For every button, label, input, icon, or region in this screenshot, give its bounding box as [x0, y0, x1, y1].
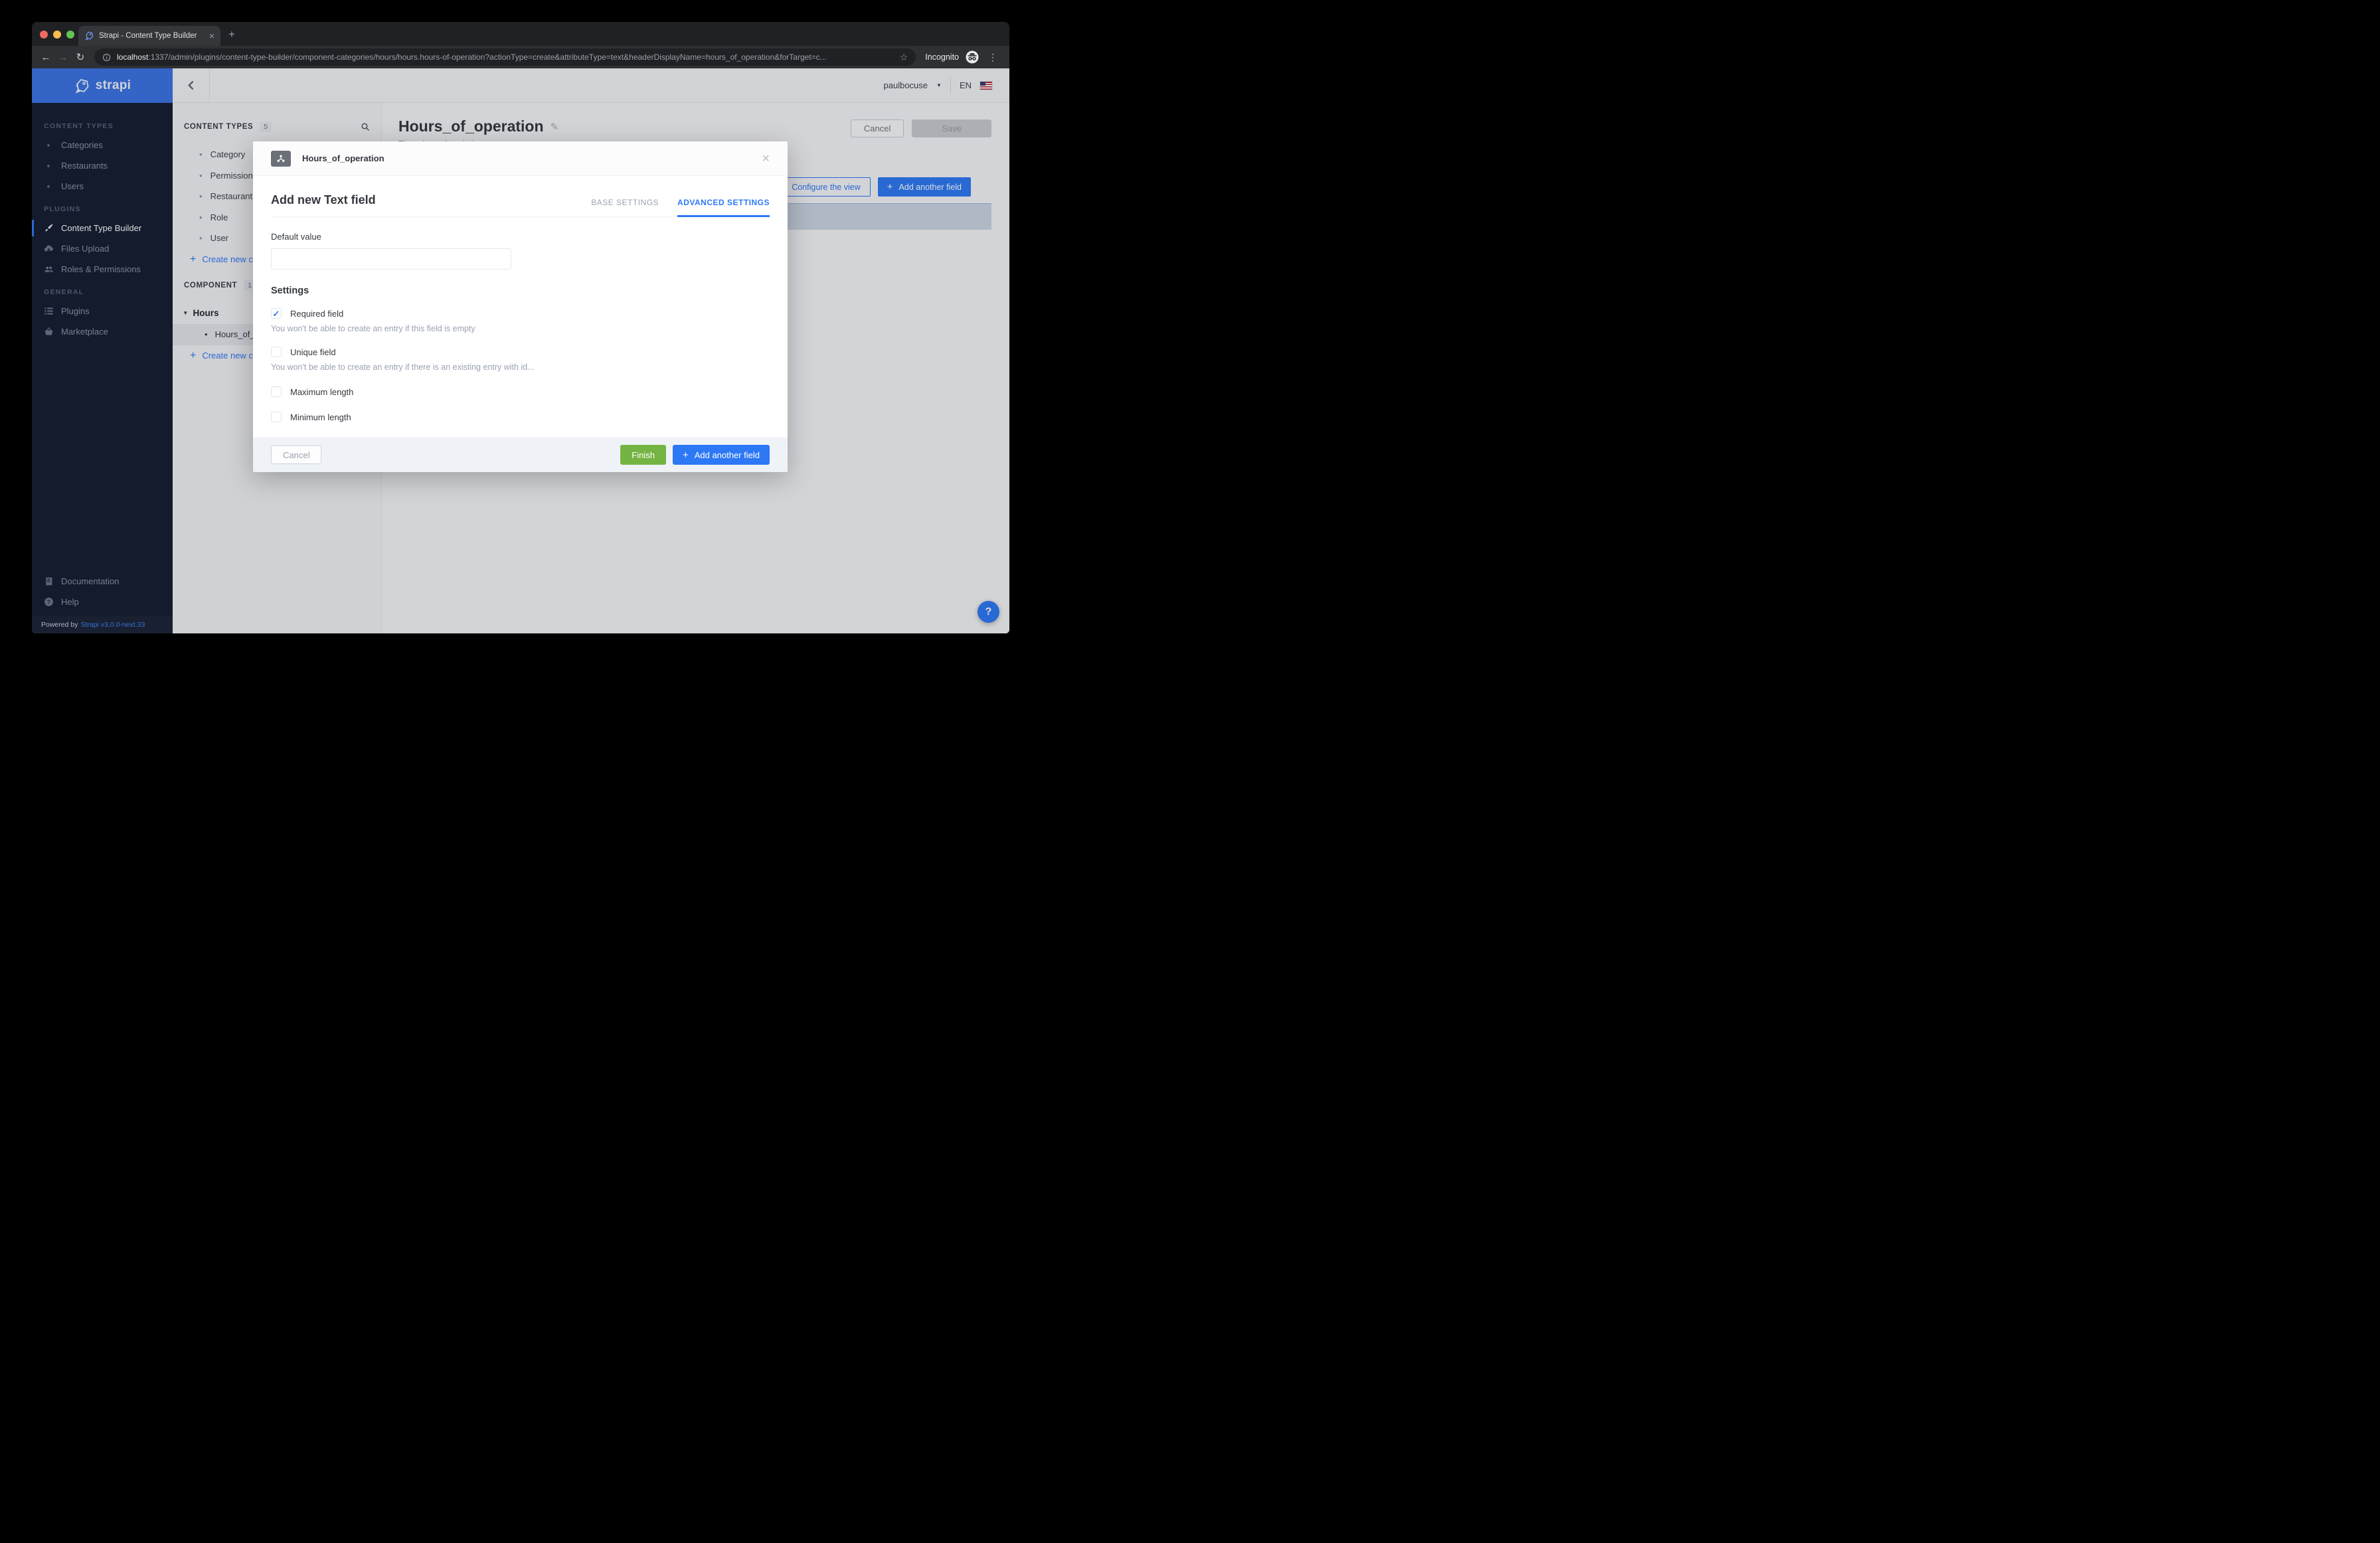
modal-header-title: Hours_of_operation — [302, 153, 384, 163]
component-icon-box — [271, 150, 291, 167]
setting-maximum-length[interactable]: ✓ Maximum length — [271, 386, 770, 397]
setting-minimum-length[interactable]: ✓ Minimum length — [271, 412, 770, 422]
checkbox-max-length[interactable]: ✓ — [271, 386, 282, 397]
modal-tabs: BASE SETTINGS ADVANCED SETTINGS — [591, 198, 770, 217]
browser-tab[interactable]: Strapi - Content Type Builder × — [78, 26, 220, 46]
window-controls — [40, 31, 74, 39]
browser-menu-icon[interactable]: ⋮ — [985, 52, 1000, 63]
checkbox-required[interactable]: ✓ — [271, 308, 282, 319]
minimize-window-button[interactable] — [53, 31, 61, 39]
url-host: localhost — [117, 52, 149, 62]
modal-close-icon[interactable]: × — [762, 152, 770, 165]
modal-footer: Cancel Finish + Add another field — [253, 438, 788, 472]
url-text: localhost:1337/admin/plugins/content-typ… — [117, 52, 894, 62]
checkbox-unique[interactable]: ✓ — [271, 347, 282, 357]
component-nodes-icon — [277, 154, 285, 162]
tab-title: Strapi - Content Type Builder — [99, 32, 197, 40]
back-icon[interactable]: ← — [37, 52, 54, 63]
checkbox-min-length[interactable]: ✓ — [271, 412, 282, 422]
browser-window: Strapi - Content Type Builder × + ← → ↻ … — [32, 22, 1009, 633]
modal-footer-actions: Finish + Add another field — [620, 445, 770, 465]
setting-unique-field[interactable]: ✓ Unique field — [271, 347, 770, 357]
address-bar[interactable]: localhost:1337/admin/plugins/content-typ… — [94, 48, 916, 66]
tab-base-settings[interactable]: BASE SETTINGS — [591, 198, 659, 216]
browser-tab-strip: Strapi - Content Type Builder × + — [32, 22, 1009, 46]
reload-icon[interactable]: ↻ — [72, 51, 89, 63]
plus-icon: + — [682, 449, 689, 461]
setting-required-description: You won't be able to create an entry if … — [271, 324, 475, 333]
checkbox-label: Unique field — [290, 347, 336, 357]
tab-close-icon[interactable]: × — [209, 31, 214, 41]
new-tab-button[interactable]: + — [228, 29, 235, 40]
checkbox-label: Minimum length — [290, 412, 351, 422]
modal-add-another-field-button[interactable]: + Add another field — [672, 445, 770, 465]
strapi-admin-app: strapi CONTENT TYPES Categories Restaura… — [32, 68, 1009, 633]
settings-title: Settings — [271, 285, 309, 296]
setting-unique-description: You won't be able to create an entry if … — [271, 363, 535, 372]
button-label: Add another field — [694, 449, 760, 460]
toolbar-right: Incognito ⋮ — [921, 50, 1004, 64]
finish-button[interactable]: Finish — [620, 445, 666, 465]
modal-body: Add new Text field BASE SETTINGS ADVANCE… — [253, 176, 788, 438]
incognito-label: Incognito — [925, 52, 959, 62]
default-value-label: Default value — [271, 232, 321, 242]
browser-toolbar: ← → ↻ localhost:1337/admin/plugins/conte… — [32, 46, 1009, 68]
strapi-favicon-icon — [85, 31, 94, 41]
close-window-button[interactable] — [40, 31, 48, 39]
modal-cancel-button[interactable]: Cancel — [271, 446, 322, 464]
checkbox-label: Maximum length — [290, 386, 354, 397]
maximize-window-button[interactable] — [66, 31, 74, 39]
modal-title-row: Add new Text field BASE SETTINGS ADVANCE… — [271, 176, 770, 217]
tab-advanced-settings[interactable]: ADVANCED SETTINGS — [677, 198, 770, 217]
check-icon: ✓ — [272, 308, 280, 319]
forward-icon[interactable]: → — [54, 52, 72, 63]
default-value-input[interactable] — [271, 248, 511, 270]
site-info-icon[interactable] — [102, 53, 111, 62]
modal-header: Hours_of_operation × — [253, 141, 788, 176]
setting-required-field[interactable]: ✓ Required field — [271, 308, 770, 319]
url-path: :1337/admin/plugins/content-type-builder… — [148, 52, 827, 62]
modal-title: Add new Text field — [271, 193, 376, 206]
checkbox-label: Required field — [290, 308, 344, 319]
bookmark-star-icon[interactable]: ☆ — [900, 52, 908, 63]
incognito-icon — [966, 50, 979, 64]
add-field-modal: Hours_of_operation × Add new Text field … — [253, 141, 788, 472]
